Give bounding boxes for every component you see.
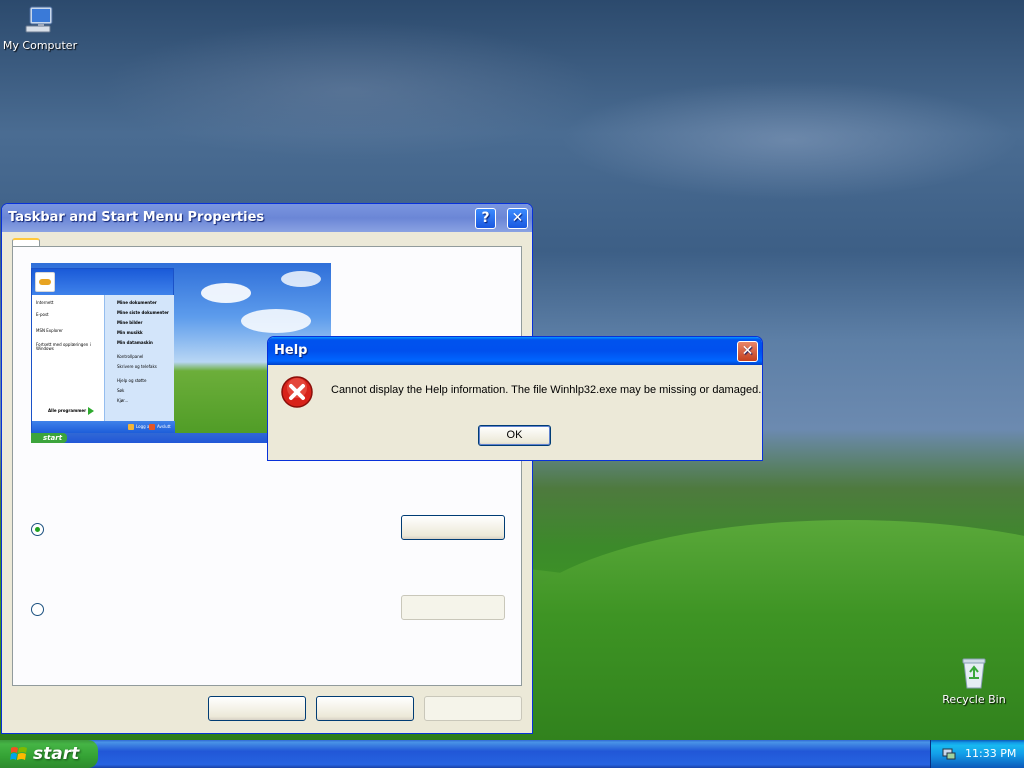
preview-item: Kjør... (117, 398, 129, 403)
desktop-icon-my-computer[interactable]: My Computer (0, 4, 80, 52)
preview-item: Mine bilder (117, 320, 143, 325)
windows-logo-icon (10, 747, 27, 760)
close-button[interactable]: ✕ (507, 208, 528, 229)
start-label: start (33, 744, 80, 764)
user-avatar (35, 272, 55, 292)
preview-item: Søk (117, 388, 125, 393)
preview-right-column: Mine dokumenter Mine siste dokumenter Mi… (104, 295, 174, 421)
preview-cloud (281, 271, 321, 287)
preview-cloud (241, 309, 311, 333)
desktop-icon-recycle-bin[interactable]: Recycle Bin (934, 656, 1014, 706)
clock[interactable]: 11:33 PM (965, 740, 1016, 768)
preview-user-header (32, 269, 173, 295)
window-title: Taskbar and Start Menu Properties (8, 210, 265, 225)
preview-item: Mine siste dokumenter (117, 310, 169, 315)
classic-start-menu-radio[interactable] (31, 603, 44, 616)
preview-item: Min musikk (117, 330, 143, 335)
window-titlebar[interactable]: Taskbar and Start Menu Properties ? ✕ (2, 204, 532, 232)
preview-start-button: start (31, 433, 67, 443)
preview-item: Kontrollpanel (117, 354, 144, 359)
help-error-dialog: Help ✕ Cannot display the Help informati… (267, 336, 763, 461)
desktop-icon-label: My Computer (2, 39, 78, 52)
preview-item: Skrivere og telefaks (117, 364, 157, 369)
preview-item: Fortsett med opplæringen i Windows (36, 342, 91, 351)
logoff-icon (128, 424, 134, 430)
wallpaper-cloud (560, 80, 1020, 200)
preview-start-menu: Internett E-post MSN Explorer Fortsett m… (31, 268, 175, 434)
preview-all-programs: Alle programmer (48, 408, 87, 413)
dialog-message: Cannot display the Help information. The… (331, 384, 762, 396)
preview-left-column: Internett E-post MSN Explorer Fortsett m… (32, 295, 104, 421)
turnoff-icon (149, 424, 155, 430)
start-button[interactable]: start (0, 740, 98, 768)
start-menu-radio[interactable] (31, 523, 44, 536)
preview-item: E-post (36, 312, 49, 317)
dialog-titlebar[interactable]: Help ✕ (268, 337, 762, 365)
all-programs-arrow-icon (88, 407, 94, 415)
preview-item: Internett (36, 300, 54, 305)
preview-item: Mine dokumenter (117, 300, 157, 305)
my-computer-icon (25, 6, 53, 33)
apply-button (424, 696, 522, 721)
preview-item: MSN Explorer (36, 328, 63, 333)
preview-item: Min datamaskin (117, 340, 153, 345)
recycle-bin-icon (962, 658, 986, 689)
preview-cloud (201, 283, 251, 303)
dialog-ok-button[interactable]: OK (478, 425, 551, 446)
dialog-title: Help (274, 343, 308, 358)
taskbar-properties-window: Taskbar and Start Menu Properties ? ✕ In… (1, 203, 533, 734)
error-icon (281, 376, 313, 408)
preview-turnoff: Avslutt (157, 424, 171, 429)
ok-button[interactable] (208, 696, 306, 721)
tray-network-icon[interactable] (941, 746, 957, 762)
dialog-close-button[interactable]: ✕ (737, 341, 758, 362)
help-button[interactable]: ? (475, 208, 496, 229)
preview-item: Hjelp og støtte (117, 378, 147, 383)
wallpaper-hill (500, 520, 1024, 740)
customize-start-menu-button[interactable] (401, 515, 505, 540)
taskbar: start 11:33 PM (0, 740, 1024, 768)
desktop-icon-label: Recycle Bin (942, 693, 1006, 706)
system-tray: 11:33 PM (930, 740, 1024, 768)
cancel-button[interactable] (316, 696, 414, 721)
customize-classic-menu-button (401, 595, 505, 620)
wallpaper-cloud (100, 20, 600, 160)
tab-panel: Internett E-post MSN Explorer Fortsett m… (12, 246, 522, 686)
